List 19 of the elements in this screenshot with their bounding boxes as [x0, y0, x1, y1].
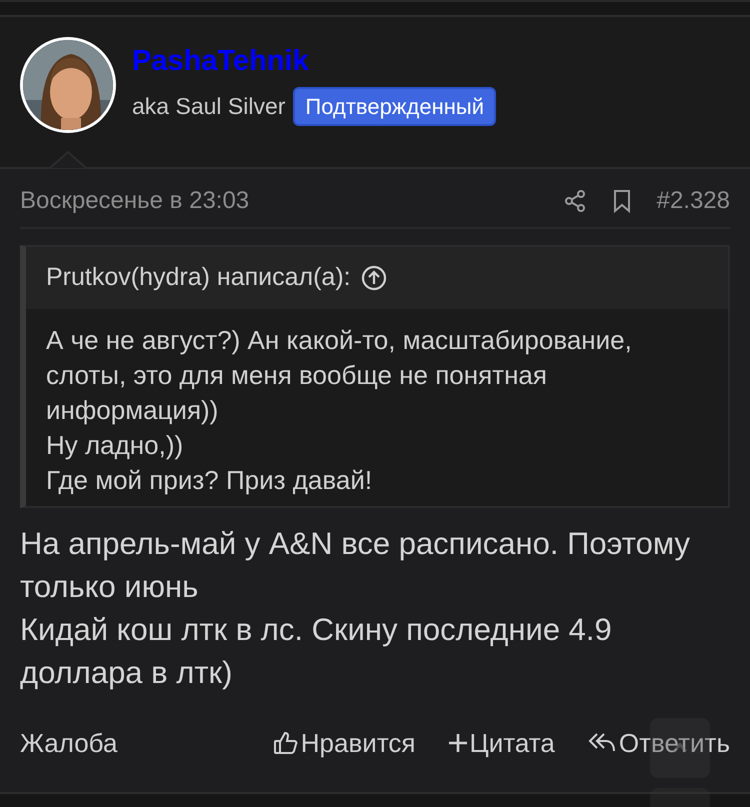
report-link[interactable]: Жалоба [20, 724, 118, 762]
thumbs-up-icon [272, 730, 299, 756]
like-button[interactable]: Нравится [272, 724, 416, 762]
post-text: На апрель-май у A&N все расписано. Поэтому только июнь [20, 524, 692, 606]
post-date-link[interactable]: Воскресенье в 23:03 [20, 183, 250, 219]
quote-button[interactable]: Цитата [448, 724, 555, 762]
quote-text: Ну ладно,)) [46, 428, 184, 462]
verified-badge: Подтвержденный [293, 86, 496, 126]
plus-icon [448, 733, 468, 753]
user-title: aka Saul Silver [132, 92, 286, 122]
chevron-up-icon [673, 743, 687, 753]
quote-text: Где мой приз? Приз давай! [46, 464, 374, 496]
quote-text: А че не август?) Ан какой-то, масштабирование, слоты, это для меня вообще не понятная информация)) [46, 324, 633, 426]
quote-author: Prutkov(hydra) написал(а): [46, 262, 351, 293]
arrow-up-circle-icon[interactable] [360, 264, 387, 291]
post-text: Кидай кош лтк в лс. Скину последние 4.9 доллара в лтк) [20, 610, 613, 692]
post-number-link[interactable]: #2.328 [656, 183, 730, 219]
reply-button[interactable]: Ответить [586, 724, 730, 762]
share-icon[interactable] [562, 188, 587, 214]
